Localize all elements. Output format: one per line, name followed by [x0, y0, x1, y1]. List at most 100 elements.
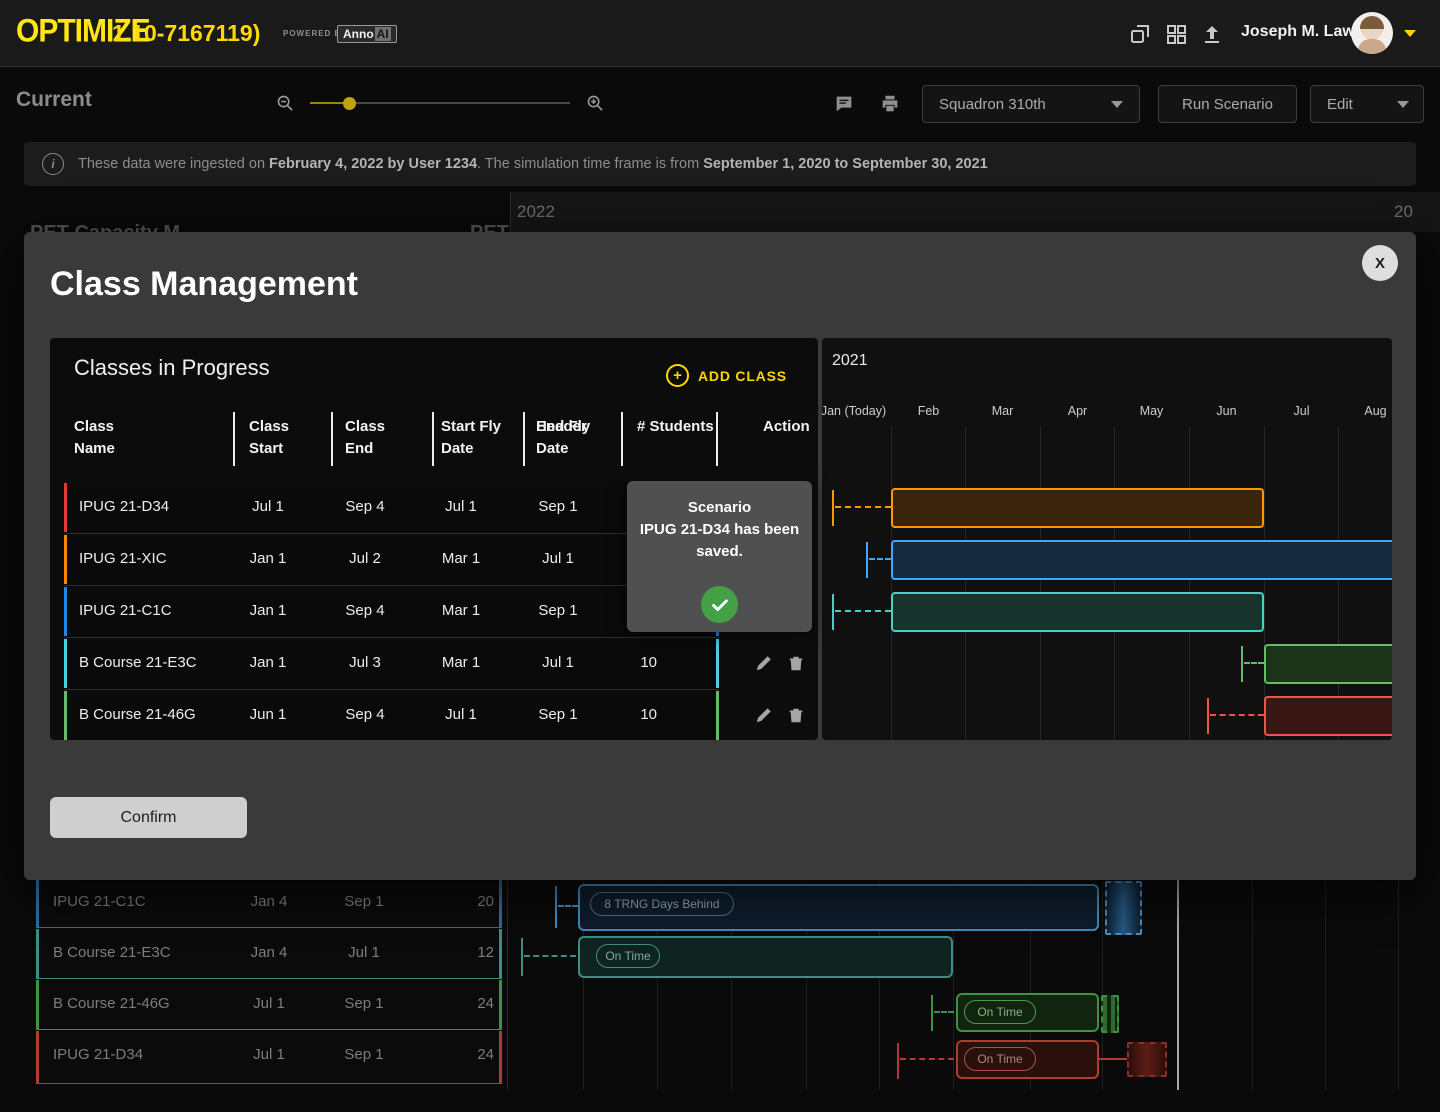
confirm-button[interactable]: Confirm: [50, 797, 247, 838]
gantt-leader: [558, 905, 578, 907]
user-name: Joseph M. Law: [1241, 23, 1355, 41]
zoom-out-icon[interactable]: [276, 94, 295, 113]
gantt-striped-block: [1101, 995, 1119, 1033]
top-bar: OPTIMIZE 1.10-7167119) POWERED BY AnnoAI…: [0, 0, 1440, 67]
column-header-end-fly-date: End FlyHeader Date: [536, 416, 590, 460]
user-menu-caret-icon[interactable]: [1404, 30, 1416, 37]
modal-title: Class Management: [50, 265, 358, 304]
copy-layers-icon[interactable]: [1128, 22, 1152, 46]
gantt-bar[interactable]: [891, 540, 1392, 580]
zoom-in-icon[interactable]: [586, 94, 605, 113]
column-header-start-fly-date: Start FlyDate: [441, 416, 501, 460]
class-row: IPUG 21-XIC Jan 1 Jul 2 Mar 1 Jul 1: [64, 535, 719, 584]
anno-ai-logo: AnnoAI: [337, 25, 397, 43]
gantt-solid-block: [1127, 1042, 1167, 1077]
gantt-marker: [1241, 646, 1243, 682]
view-label: Current: [16, 88, 92, 112]
ingest-info-banner: i These data were ingested on February 4…: [24, 142, 1416, 186]
column-header-action: Action: [763, 416, 810, 438]
print-icon[interactable]: [879, 93, 901, 115]
delete-trash-icon[interactable]: [787, 654, 805, 672]
month-label: Aug: [1338, 404, 1392, 418]
month-label: Jun: [1189, 404, 1264, 418]
today-line: [1177, 878, 1179, 1090]
save-toast: Scenario IPUG 21-D34 has been saved.: [627, 481, 812, 632]
gantt-leader: [524, 955, 576, 957]
toast-line: saved.: [627, 541, 812, 563]
month-label: Feb: [891, 404, 966, 418]
gantt-marker: [832, 490, 834, 526]
edit-pencil-icon[interactable]: [755, 654, 773, 672]
comments-icon[interactable]: [833, 93, 855, 115]
background-year-strip: [510, 192, 1440, 232]
squadron-select[interactable]: Squadron 310th: [922, 85, 1140, 123]
month-label: Jan (Today): [822, 404, 891, 418]
background-year-label: 2022: [517, 202, 555, 222]
background-year-label-right: 20: [1394, 202, 1413, 222]
month-label: May: [1114, 404, 1189, 418]
gantt-leader: [869, 558, 891, 560]
class-row: IPUG 21-D34 Jul 1 Sep 4 Jul 1 Sep 1: [64, 483, 719, 532]
edit-pencil-icon[interactable]: [755, 706, 773, 724]
status-pill: On Time: [964, 1000, 1036, 1024]
edit-caret-icon: [1397, 101, 1409, 108]
toast-line: Scenario: [627, 497, 812, 519]
clipped-heading-right: PET: [470, 222, 530, 232]
gantt-marker: [832, 594, 834, 630]
plus-circle-icon: +: [666, 364, 689, 387]
gantt-leader: [900, 1058, 954, 1060]
gantt-leader: [1210, 714, 1264, 716]
gantt-bar[interactable]: [891, 488, 1264, 528]
column-header-students: # Students: [637, 416, 714, 438]
status-pill: On Time: [964, 1047, 1036, 1071]
info-icon: i: [42, 153, 64, 175]
gantt-marker: [555, 886, 557, 928]
gantt-dashed-block: [1105, 881, 1142, 935]
close-button[interactable]: X: [1362, 245, 1398, 281]
status-pill: 8 TRNG Days Behind: [590, 892, 734, 916]
class-row: B Course 21-E3C Jan 1 Jul 3 Mar 1 Jul 1 …: [64, 639, 719, 688]
class-management-modal: Class Management X Classes in Progress +…: [24, 232, 1416, 880]
month-label: Mar: [965, 404, 1040, 418]
avatar[interactable]: [1351, 12, 1393, 54]
class-row: B Course 21-46G Jun 1 Sep 4 Jul 1 Sep 1 …: [64, 691, 719, 740]
gantt-marker: [931, 995, 933, 1031]
zoom-slider-thumb[interactable]: [343, 97, 356, 110]
column-header-class-name: ClassName: [74, 416, 115, 460]
gantt-marker: [866, 542, 868, 578]
gantt-bar[interactable]: [891, 592, 1264, 632]
grid-apps-icon[interactable]: [1164, 22, 1188, 46]
background-table-row: IPUG 21-C1C Jan 4 Sep 1 20: [36, 878, 502, 928]
app-version: 1.10-7167119): [112, 20, 260, 47]
gantt-leader: [835, 610, 891, 612]
gantt-leader: [934, 1011, 954, 1013]
clipped-heading: PET Capacity M: [30, 222, 430, 232]
column-header-class-end: ClassEnd: [345, 416, 385, 460]
ingest-info-text: These data were ingested on February 4, …: [78, 156, 988, 172]
gantt-leader: [1244, 662, 1264, 664]
success-check-icon: [701, 586, 738, 623]
status-pill: On Time: [596, 944, 660, 968]
panel-title: Classes in Progress: [74, 355, 270, 381]
background-table-row: B Course 21-46G Jul 1 Sep 1 24: [36, 980, 502, 1030]
upload-icon[interactable]: [1200, 22, 1224, 46]
background-table-row: IPUG 21-D34 Jul 1 Sep 1 24: [36, 1031, 502, 1084]
background-table-row: B Course 21-E3C Jan 4 Jul 1 12: [36, 929, 502, 979]
class-row: IPUG 21-C1C Jan 1 Sep 4 Mar 1 Sep 1: [64, 587, 719, 636]
run-scenario-button[interactable]: Run Scenario: [1158, 85, 1297, 123]
edit-button[interactable]: Edit: [1310, 85, 1424, 123]
gantt-bar[interactable]: [1264, 696, 1392, 736]
gantt-marker: [897, 1043, 899, 1079]
app-root: OPTIMIZE 1.10-7167119) POWERED BY AnnoAI…: [0, 0, 1440, 1112]
gantt-marker: [1207, 698, 1209, 734]
gantt-bar[interactable]: [1264, 644, 1392, 684]
gantt-marker: [521, 938, 523, 976]
squadron-select-value: Squadron 310th: [939, 96, 1046, 113]
month-label: Jul: [1264, 404, 1339, 418]
delete-trash-icon[interactable]: [787, 706, 805, 724]
squadron-select-caret-icon: [1111, 101, 1123, 108]
add-class-button[interactable]: + ADD CLASS: [666, 364, 787, 387]
gantt-year-label: 2021: [832, 352, 868, 370]
modal-gantt-panel: 2021 Jan (Today) Feb Mar Apr May Jun Jul…: [822, 338, 1392, 740]
gantt-connector: [1099, 1058, 1127, 1060]
